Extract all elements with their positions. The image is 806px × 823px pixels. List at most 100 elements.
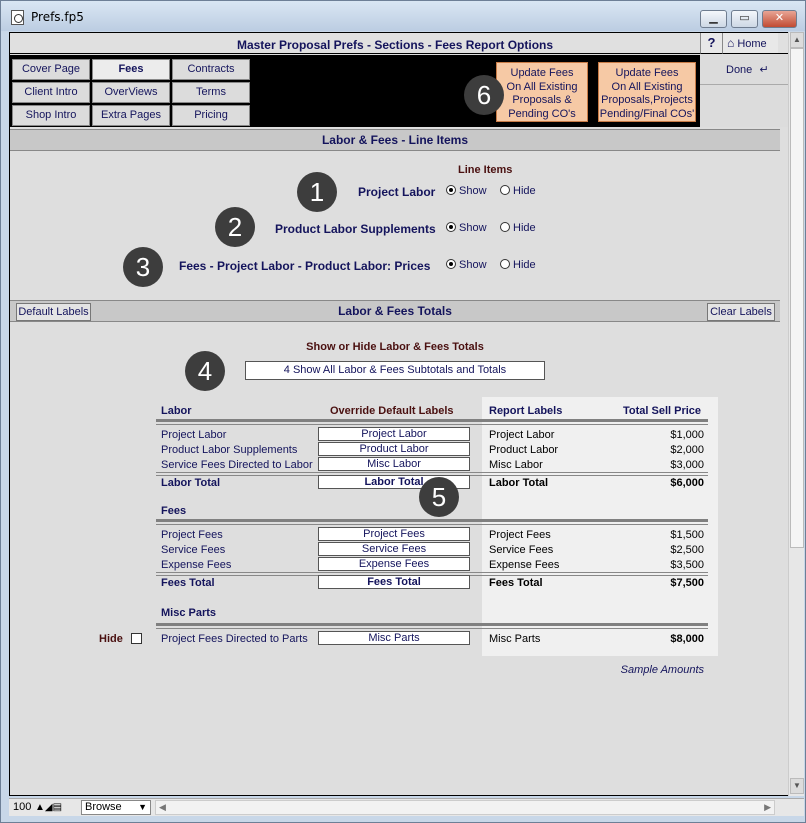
col-total: Total Sell Price xyxy=(623,405,702,417)
sample-amounts-note: Sample Amounts xyxy=(620,664,704,676)
override-expense-fees-field[interactable]: Expense Fees xyxy=(318,557,470,571)
window-title: Prefs.fp5 xyxy=(31,10,84,24)
override-project-fees-field[interactable]: Project Fees xyxy=(318,527,470,541)
scroll-right-icon[interactable]: ▶ xyxy=(764,802,771,813)
nav-pricing[interactable]: Pricing xyxy=(172,105,250,126)
scroll-down-icon[interactable]: ▼ xyxy=(790,778,804,794)
nav-terms[interactable]: Terms xyxy=(172,82,250,103)
nav-extra-pages[interactable]: Extra Pages xyxy=(92,105,170,126)
project-labor-show-radio[interactable]: Show xyxy=(446,185,487,197)
minimize-button[interactable]: ▁ xyxy=(700,10,727,28)
horizontal-scrollbar[interactable]: ◀ ▶ xyxy=(155,800,775,815)
fees-heading: Fees xyxy=(161,505,187,517)
fees-prices-show-radio[interactable]: Show xyxy=(446,259,487,271)
divider xyxy=(156,572,708,573)
nav-label: Extra Pages xyxy=(101,109,161,121)
scroll-up-icon[interactable]: ▲ xyxy=(790,32,804,48)
totals-mode-select[interactable]: 4 Show All Labor & Fees Subtotals and To… xyxy=(245,361,545,380)
divider xyxy=(156,524,708,525)
close-icon: ✕ xyxy=(774,12,785,24)
help-button[interactable]: ? xyxy=(700,33,722,54)
return-icon: ↵ xyxy=(759,64,769,76)
report-label: Misc Parts xyxy=(489,633,541,645)
divider xyxy=(156,623,708,626)
update-a-line: Update Fees xyxy=(510,67,574,79)
scroll-left-icon[interactable]: ◀ xyxy=(159,802,166,813)
vertical-scrollbar[interactable]: ▲ ▼ xyxy=(788,32,804,796)
amount: $7,500 xyxy=(670,577,704,589)
nav-fees[interactable]: Fees xyxy=(92,59,170,80)
fees-row-name: Expense Fees xyxy=(161,559,232,571)
help-label: ? xyxy=(707,35,716,50)
product-labor-show-radio[interactable]: Show xyxy=(446,222,487,234)
update-fees-projects-button[interactable]: Update Fees On All Existing Proposals,Pr… xyxy=(598,62,696,122)
misc-row-name: Project Fees Directed to Parts xyxy=(161,633,308,645)
override-product-labor-field[interactable]: Product Labor xyxy=(318,442,470,456)
report-label: Expense Fees xyxy=(489,559,560,571)
close-button[interactable]: ✕ xyxy=(762,10,797,28)
labor-row-name: Service Fees Directed to Labor xyxy=(161,459,313,471)
amount: $2,000 xyxy=(670,444,704,456)
nav-label: Client Intro xyxy=(24,86,78,98)
col-labor: Labor xyxy=(161,405,192,417)
override-project-labor-field[interactable]: Project Labor xyxy=(318,427,470,441)
default-labels-button[interactable]: Default Labels xyxy=(16,303,91,321)
divider xyxy=(156,519,708,522)
radio-label: Hide xyxy=(513,185,536,197)
scroll-thumb[interactable] xyxy=(790,48,804,548)
radio-icon xyxy=(500,259,510,269)
labor-row-name: Project Labor xyxy=(161,429,227,441)
radio-selected-icon xyxy=(446,222,456,232)
update-a-line: Pending CO's xyxy=(508,107,576,120)
maximize-button[interactable]: ▭ xyxy=(731,10,758,28)
radio-label: Show xyxy=(459,185,487,197)
report-label: Project Fees xyxy=(489,529,551,541)
project-labor-hide-radio[interactable]: Hide xyxy=(500,185,536,197)
nav-overviews[interactable]: OverViews xyxy=(92,82,170,103)
amount: $1,500 xyxy=(670,529,704,541)
update-b-line: Update Fees xyxy=(615,67,679,79)
line-items-bar: Labor & Fees - Line Items xyxy=(10,129,780,151)
line-items-heading: Line Items xyxy=(458,164,513,176)
zoom-icon[interactable]: ▲◢▤ xyxy=(35,802,62,813)
labor-row-name: Product Labor Supplements xyxy=(161,444,298,456)
side-panel: Done ↵ xyxy=(700,55,796,127)
page-title: Master Proposal Prefs - Sections - Fees … xyxy=(236,38,554,52)
home-button[interactable]: ⌂ Home xyxy=(722,33,778,54)
override-misc-labor-field[interactable]: Misc Labor xyxy=(318,457,470,471)
update-fees-proposals-button[interactable]: Update Fees On All Existing Proposals & … xyxy=(496,62,588,122)
mode-select[interactable]: Browse ▼ xyxy=(81,800,151,815)
radio-selected-icon xyxy=(446,185,456,195)
amount: $2,500 xyxy=(670,544,704,556)
override-fees-total-field[interactable]: Fees Total xyxy=(318,575,470,589)
product-labor-hide-radio[interactable]: Hide xyxy=(500,222,536,234)
amount: $3,500 xyxy=(670,559,704,571)
nav-shop-intro[interactable]: Shop Intro xyxy=(12,105,90,126)
done-button[interactable]: Done ↵ xyxy=(700,55,796,85)
misc-hide-checkbox[interactable] xyxy=(131,633,142,644)
radio-label: Show xyxy=(459,222,487,234)
minimize-icon: ▁ xyxy=(709,12,718,24)
nav-label: Terms xyxy=(196,86,226,98)
override-service-fees-field[interactable]: Service Fees xyxy=(318,542,470,556)
nav-contracts[interactable]: Contracts xyxy=(172,59,250,80)
clear-labels-button[interactable]: Clear Labels xyxy=(707,303,775,321)
nav-label: Cover Page xyxy=(21,63,81,75)
fees-row-name: Service Fees xyxy=(161,544,226,556)
badge-3: 3 xyxy=(123,247,163,287)
report-label: Product Labor xyxy=(489,444,559,456)
radio-label: Hide xyxy=(513,222,536,234)
override-misc-parts-field[interactable]: Misc Parts xyxy=(318,631,470,645)
totals-bar: Labor & Fees Totals xyxy=(10,300,780,322)
nav-client-intro[interactable]: Client Intro xyxy=(12,82,90,103)
report-label: Misc Labor xyxy=(489,459,543,471)
update-a-line: On All Existing xyxy=(506,80,578,93)
home-icon: ⌂ xyxy=(727,36,735,50)
app-icon xyxy=(11,10,24,25)
zoom-level[interactable]: 100 xyxy=(13,801,31,813)
radio-label: Hide xyxy=(513,259,536,271)
divider xyxy=(156,419,708,422)
fees-prices-hide-radio[interactable]: Hide xyxy=(500,259,536,271)
nav-cover-page[interactable]: Cover Page xyxy=(12,59,90,80)
product-labor-supplements-label: Product Labor Supplements xyxy=(275,222,436,236)
